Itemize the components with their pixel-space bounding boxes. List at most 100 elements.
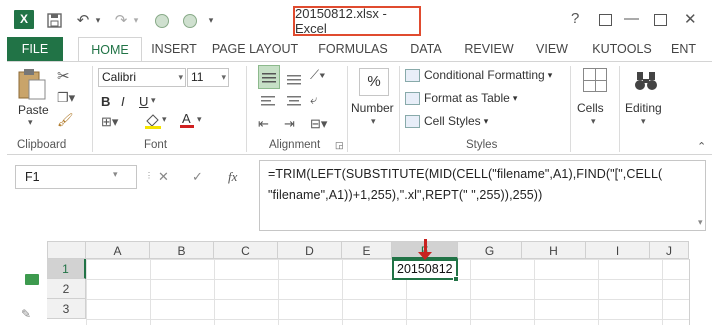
tab-enterprise[interactable]: ENT [671, 37, 711, 61]
borders-icon[interactable]: ⊞▾ [101, 114, 118, 130]
column-header-h[interactable]: H [522, 241, 586, 259]
fill-color-dropdown-icon[interactable]: ▾ [162, 114, 167, 125]
decrease-indent-icon[interactable]: ⇤ [258, 116, 269, 132]
redo-dropdown-icon[interactable]: ▾ [131, 9, 141, 31]
insert-function-icon[interactable]: fx [228, 169, 237, 185]
align-bottom-button[interactable] [284, 67, 304, 87]
save-icon[interactable] [44, 9, 64, 31]
chevron-down-icon: ▾ [547, 69, 553, 80]
font-name-select[interactable]: Calibri ▾ [98, 68, 186, 87]
group-separator [347, 66, 348, 152]
paste-icon [18, 69, 46, 100]
quick-access-circle-icon[interactable] [155, 14, 169, 28]
active-cell-f1[interactable]: 20150812 [392, 259, 458, 280]
underline-dropdown-icon[interactable]: ▾ [151, 95, 156, 106]
align-left-button[interactable] [258, 92, 278, 112]
cells-button[interactable]: Cells ▾ [573, 66, 617, 136]
conditional-formatting-icon [405, 68, 420, 82]
number-format-button[interactable]: % Number ▾ [351, 66, 399, 136]
column-header-b[interactable]: B [150, 241, 214, 259]
formula-line-2: "filename",A1))+1,255),".xl",REPT(" ",25… [268, 188, 543, 202]
ribbon-tabs: FILE HOME INSERT PAGE LAYOUT FORMULAS DA… [7, 37, 712, 62]
format-as-table-label: Format as Table [424, 91, 510, 105]
chevron-down-icon: ▾ [178, 72, 183, 82]
customize-toolbar-icon[interactable]: ▾ [205, 9, 217, 31]
group-separator [399, 66, 400, 152]
format-as-table-button[interactable]: Format as Table ▾ [405, 91, 517, 105]
cut-icon[interactable]: ✂ [57, 67, 70, 85]
align-center-button[interactable] [284, 92, 304, 112]
styles-group-label: Styles [466, 139, 498, 151]
collapse-ribbon-icon[interactable]: ⌃ [697, 140, 706, 153]
dialog-launcher-icon[interactable]: ◲ [335, 140, 344, 151]
underline-button[interactable]: U [139, 94, 148, 109]
ribbon-display-options-icon[interactable] [599, 14, 612, 26]
fill-color-icon[interactable] [144, 112, 162, 132]
ribbon-home: Paste ▾ ✂ ❐▾ 🖌 Clipboard Calibri ▾ 11 ▾ … [7, 61, 712, 155]
copy-icon[interactable]: ❐▾ [57, 90, 75, 106]
column-header-g[interactable]: G [458, 241, 522, 259]
row-header-1[interactable]: 1 [47, 259, 86, 279]
column-header-c[interactable]: C [214, 241, 278, 259]
redo-icon[interactable]: ↷ [111, 9, 131, 31]
formula-input[interactable]: =TRIM(LEFT(SUBSTITUTE(MID(CELL("filename… [259, 160, 706, 231]
column-header-a[interactable]: A [86, 241, 150, 259]
undo-dropdown-icon[interactable]: ▾ [93, 9, 103, 31]
editing-button[interactable]: Editing ▾ [621, 66, 669, 136]
tab-formulas[interactable]: FORMULAS [308, 37, 398, 61]
formula-bar: F1 ▾ ⋮ ✕ ✓ fx =TRIM(LEFT(SUBSTITUTE(MID(… [7, 155, 712, 237]
undo-icon[interactable]: ↶ [73, 9, 93, 31]
tab-data[interactable]: DATA [401, 37, 451, 61]
increase-indent-icon[interactable]: ⇥ [284, 116, 295, 132]
maximize-icon[interactable] [654, 14, 667, 26]
alignment-group-label: Alignment [269, 139, 321, 151]
percent-icon: % [359, 68, 389, 96]
merge-center-icon[interactable]: ⊟▾ [310, 116, 327, 132]
paste-button[interactable]: Paste ▾ [13, 67, 51, 131]
orientation-icon[interactable]: ⟋▾ [310, 67, 325, 83]
conditional-formatting-button[interactable]: Conditional Formatting ▾ [405, 68, 552, 82]
cells-label: Cells [577, 101, 604, 115]
drag-handle-icon[interactable]: ⋮ [145, 171, 153, 180]
select-all-corner[interactable] [47, 241, 86, 259]
close-icon[interactable]: ✕ [684, 10, 697, 28]
tab-file[interactable]: FILE [7, 37, 63, 61]
chevron-down-icon: ▾ [591, 116, 596, 126]
align-middle-button[interactable] [258, 65, 280, 89]
italic-button[interactable]: I [121, 94, 125, 109]
sheet-tool-icon: ✎ [21, 307, 32, 321]
row-header-3[interactable]: 3 [47, 299, 86, 319]
format-painter-icon[interactable]: 🖌 [57, 112, 74, 128]
tab-kutools[interactable]: KUTOOLS [586, 37, 658, 61]
fill-handle[interactable] [453, 276, 459, 282]
wrap-text-icon[interactable]: ⤶ [310, 92, 317, 108]
font-size-select[interactable]: 11 ▾ [187, 68, 229, 87]
cell-styles-button[interactable]: Cell Styles ▾ [405, 114, 488, 128]
quick-access-circle-icon[interactable] [183, 14, 197, 28]
column-header-e[interactable]: E [342, 241, 392, 259]
sheet-icon [25, 274, 39, 285]
group-separator [246, 66, 247, 152]
cancel-icon[interactable]: ✕ [158, 169, 169, 185]
column-header-i[interactable]: I [586, 241, 650, 259]
cell-styles-label: Cell Styles [424, 114, 481, 128]
row-header-2[interactable]: 2 [47, 279, 86, 299]
tab-view[interactable]: VIEW [528, 37, 576, 61]
expand-formula-bar-icon[interactable]: ▾ [698, 217, 703, 228]
font-color-dropdown-icon[interactable]: ▾ [197, 114, 202, 125]
enter-icon[interactable]: ✓ [192, 169, 203, 185]
font-color-icon[interactable]: A [179, 110, 195, 132]
bold-button[interactable]: B [101, 94, 110, 109]
tab-review[interactable]: REVIEW [459, 37, 519, 61]
chevron-down-icon: ▾ [512, 92, 518, 103]
column-header-d[interactable]: D [278, 241, 342, 259]
tab-insert[interactable]: INSERT [141, 37, 207, 61]
tab-home[interactable]: HOME [78, 37, 142, 62]
minimize-icon[interactable]: — [624, 10, 639, 27]
cell-area[interactable] [86, 259, 689, 325]
name-box[interactable]: F1 [15, 165, 137, 189]
help-icon[interactable]: ? [571, 10, 579, 27]
tab-page-layout[interactable]: PAGE LAYOUT [207, 37, 303, 61]
column-header-j[interactable]: J [650, 241, 689, 259]
name-box-dropdown-icon[interactable]: ▾ [113, 169, 118, 180]
